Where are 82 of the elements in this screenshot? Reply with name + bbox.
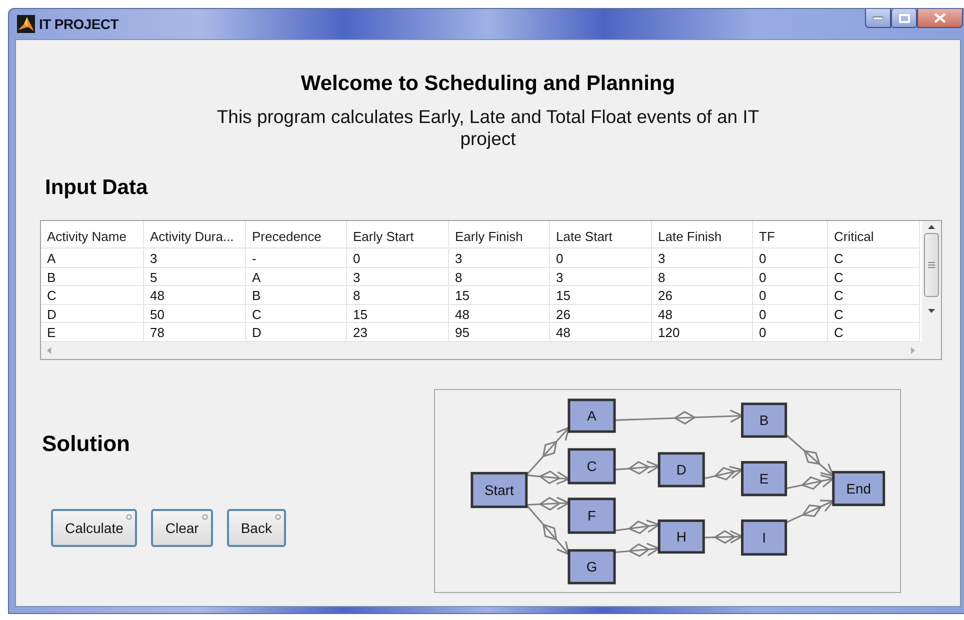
table-cell: A (246, 268, 347, 286)
table-cell: 15 (347, 304, 449, 323)
activity-node[interactable]: D (658, 452, 705, 487)
table-cell: C (246, 304, 347, 323)
column-header[interactable]: Early Finish (449, 221, 550, 249)
table-cell: 48 (652, 304, 753, 323)
maximize-button[interactable] (891, 9, 917, 28)
table-cell: 3 (347, 268, 449, 286)
close-button[interactable] (917, 9, 963, 28)
table-cell: - (246, 249, 347, 268)
table-cell: C (828, 286, 920, 304)
minimize-icon (873, 16, 883, 20)
activity-node[interactable]: H (658, 518, 705, 554)
table-cell: C (41, 286, 144, 304)
table-cell: 0 (753, 304, 828, 323)
table-cell: 8 (347, 286, 449, 304)
scroll-thumb[interactable] (924, 233, 939, 297)
table-cell: 8 (652, 268, 753, 286)
table-cell: 3 (550, 268, 652, 286)
table-cell: D (41, 304, 144, 323)
activity-node[interactable]: G (568, 548, 616, 584)
arrow-connector (786, 499, 835, 523)
arrow-connector (614, 542, 661, 557)
activity-node[interactable]: C (568, 448, 616, 484)
activity-node[interactable]: Start (470, 471, 528, 508)
minimize-button[interactable] (865, 9, 891, 28)
ring-icon (126, 514, 132, 520)
column-header[interactable]: Precedence (246, 221, 347, 249)
table-cell: 26 (652, 286, 753, 304)
activity-node[interactable]: E (741, 460, 788, 496)
table-cell: C (828, 249, 920, 268)
program-description: This program calculates Early, Late and Total Float events of an IT project (216, 106, 760, 150)
table-cell: A (41, 249, 144, 268)
column-header[interactable]: Critical (828, 221, 920, 249)
scroll-up-icon[interactable] (928, 225, 935, 229)
table-cell: 0 (753, 268, 828, 286)
column-header[interactable]: Activity Dura... (144, 221, 246, 249)
table-cell: 0 (753, 249, 828, 268)
arrow-connector (614, 460, 661, 474)
column-header[interactable]: Late Finish (652, 221, 753, 249)
activity-node[interactable]: B (741, 402, 788, 438)
table-cell: B (41, 268, 144, 286)
table-cell: 3 (449, 249, 550, 268)
section-heading: Solution (42, 430, 131, 456)
close-icon (934, 13, 946, 23)
table-cell: 0 (753, 286, 828, 304)
table-cell: 15 (449, 286, 550, 304)
table-cell: 3 (144, 249, 246, 268)
arrow-connector (703, 465, 744, 480)
column-header[interactable]: Activity Name (41, 221, 144, 249)
action-button[interactable]: Clear (151, 508, 213, 546)
ring-icon (202, 514, 208, 520)
table-cell: 48 (449, 304, 550, 323)
arrow-connector (614, 519, 661, 534)
table-cell: 8 (449, 268, 550, 286)
column-header[interactable]: Early Start (347, 221, 449, 249)
table-cell: 15 (550, 286, 652, 304)
table-cell: 50 (144, 304, 246, 323)
table-cell: C (828, 268, 920, 286)
table-cell: C (828, 304, 920, 323)
table-cell: B (246, 286, 347, 304)
column-header[interactable]: TF (753, 221, 828, 249)
action-button[interactable]: Calculate (51, 508, 138, 546)
action-button[interactable]: Back (226, 508, 286, 546)
scroll-down-icon[interactable] (928, 309, 935, 313)
activity-node[interactable]: End (832, 470, 886, 506)
table-cell: 5 (144, 268, 246, 286)
welcome-heading: Welcome to Scheduling and Planning (300, 72, 676, 96)
activity-node[interactable]: A (568, 398, 616, 432)
section-heading: Input Data (45, 176, 149, 200)
ring-icon (274, 514, 281, 520)
table-cell: 26 (550, 304, 652, 323)
table-cell: 3 (652, 249, 753, 268)
maximize-icon (898, 14, 910, 22)
window-title: IT PROJECT (39, 16, 118, 32)
table-cell: 48 (144, 286, 246, 304)
activity-node[interactable]: F (568, 497, 616, 534)
app-logo-icon (17, 15, 35, 33)
column-header[interactable]: Late Start (550, 221, 652, 249)
table-cell: 0 (347, 249, 449, 268)
activity-node[interactable]: I (741, 518, 788, 556)
table-cell: 0 (550, 249, 652, 268)
